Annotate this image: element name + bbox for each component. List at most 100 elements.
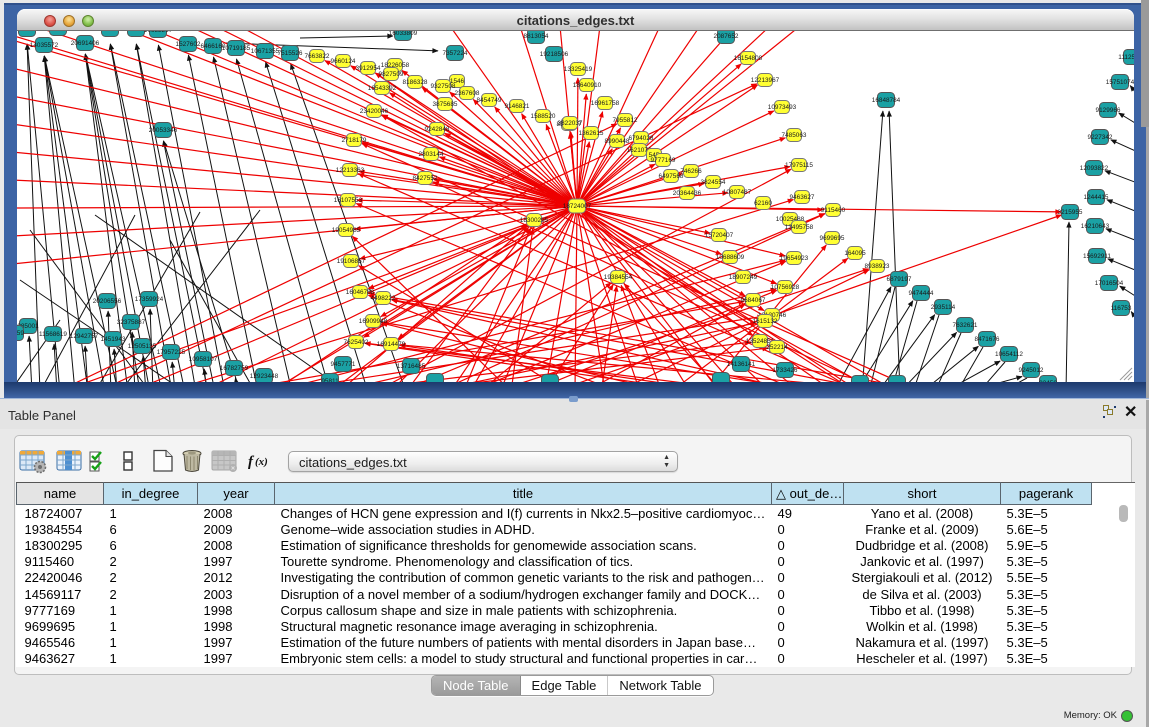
- svg-text:12213363: 12213363: [336, 167, 365, 174]
- svg-text:8471676: 8471676: [975, 336, 1000, 343]
- svg-text:7515526: 7515526: [278, 50, 303, 57]
- svg-text:9660124: 9660124: [331, 58, 356, 65]
- svg-text:9457771: 9457771: [331, 361, 356, 368]
- svg-text:10807487: 10807487: [723, 189, 752, 196]
- svg-text:16033809: 16033809: [389, 31, 418, 37]
- svg-text:2935114: 2935114: [931, 304, 956, 311]
- svg-text:9474444: 9474444: [909, 290, 934, 297]
- svg-text:92450: 92450: [1039, 380, 1057, 382]
- svg-text:8990448: 8990448: [605, 138, 630, 145]
- svg-text:14136141: 14136141: [727, 361, 756, 368]
- svg-text:7663822: 7663822: [305, 53, 330, 60]
- svg-text:10654112: 10654112: [995, 351, 1023, 358]
- svg-text:16914479: 16914479: [377, 341, 406, 348]
- svg-text:2803144: 2803144: [419, 151, 444, 158]
- svg-text:9129966: 9129966: [1096, 107, 1121, 114]
- svg-text:95811: 95811: [321, 378, 339, 382]
- svg-text:10653267: 10653267: [144, 31, 173, 34]
- svg-text:12213967: 12213967: [751, 77, 780, 84]
- svg-text:17957225: 17957225: [157, 349, 186, 356]
- svg-text:7955812: 7955812: [613, 117, 638, 124]
- svg-text:9777169: 9777169: [651, 157, 676, 164]
- svg-text:18300295: 18300295: [520, 217, 549, 224]
- svg-text:10688609: 10688609: [716, 254, 745, 261]
- svg-text:3215955: 3215955: [1058, 209, 1083, 216]
- svg-text:9115460: 9115460: [821, 207, 846, 214]
- svg-text:8186328: 8186328: [403, 79, 428, 86]
- svg-text:16909948: 16909948: [359, 318, 388, 325]
- svg-text:9684067: 9684067: [741, 297, 766, 304]
- svg-text:10973493: 10973493: [768, 104, 797, 111]
- svg-text:16107553: 16107553: [334, 197, 363, 204]
- svg-text:17359924: 17359924: [135, 296, 164, 303]
- svg-text:1873: 1873: [20, 31, 35, 33]
- svg-text:2718179: 2718179: [342, 137, 367, 144]
- svg-text:164095: 164095: [844, 250, 866, 257]
- svg-text:116753: 116753: [1111, 305, 1132, 312]
- svg-text:6879197: 6879197: [887, 276, 912, 283]
- svg-text:16848784: 16848784: [872, 97, 901, 104]
- svg-text:1527602: 1527602: [176, 41, 201, 48]
- svg-text:19033: 19033: [127, 31, 145, 33]
- svg-text:3824554: 3824554: [701, 179, 726, 186]
- svg-text:19218506: 19218506: [540, 51, 569, 58]
- svg-text:9699695: 9699695: [820, 235, 845, 242]
- svg-text:32375887: 32375887: [117, 319, 146, 326]
- svg-text:39159: 39159: [17, 330, 24, 337]
- svg-text:12093822: 12093822: [1080, 165, 1109, 172]
- svg-text:19654923: 19654923: [780, 255, 809, 262]
- svg-text:8938923: 8938923: [865, 263, 890, 270]
- svg-text:9327508: 9327508: [431, 83, 456, 90]
- svg-text:12942757: 12942757: [70, 333, 99, 340]
- svg-text:1733426: 1733426: [773, 367, 798, 374]
- svg-text:10671355: 10671355: [251, 48, 280, 55]
- svg-text:13716485: 13716485: [397, 363, 426, 370]
- svg-text:1451943: 1451943: [101, 336, 126, 343]
- svg-text:16154808: 16154808: [734, 55, 763, 62]
- svg-text:9463627: 9463627: [790, 194, 815, 201]
- svg-text:17975115: 17975115: [785, 162, 813, 169]
- svg-text:3912954: 3912954: [356, 65, 381, 72]
- svg-text:7485063: 7485063: [782, 132, 807, 139]
- svg-text:3822037: 3822037: [558, 120, 583, 127]
- svg-text:16782759: 16782759: [220, 365, 249, 372]
- svg-text:15751074: 15751074: [1106, 79, 1134, 86]
- svg-text:19384554: 19384554: [604, 274, 633, 281]
- svg-text:16543392: 16543392: [368, 85, 397, 92]
- svg-text:96062: 96062: [101, 31, 119, 33]
- svg-text:20364436: 20364436: [673, 190, 702, 197]
- svg-text:13325419: 13325419: [564, 66, 593, 73]
- svg-text:23420046: 23420046: [360, 108, 389, 115]
- svg-text:11125419: 11125419: [1118, 54, 1134, 61]
- svg-text:18907249: 18907249: [729, 274, 758, 281]
- svg-text:62160: 62160: [754, 200, 772, 207]
- svg-text:2087652: 2087652: [714, 33, 739, 40]
- svg-text:20053346: 20053346: [149, 127, 178, 134]
- svg-text:16961758: 16961758: [591, 100, 620, 107]
- svg-text:12923448: 12923448: [250, 373, 279, 380]
- svg-text:20206556: 20206556: [93, 298, 122, 305]
- svg-text:9827509: 9827509: [379, 71, 404, 78]
- svg-text:1244415: 1244415: [1084, 194, 1109, 201]
- svg-text:6794028: 6794028: [629, 135, 654, 142]
- svg-text:8427552: 8427552: [413, 175, 438, 182]
- svg-text:6497568: 6497568: [659, 173, 684, 180]
- svg-text:17016504: 17016504: [1095, 280, 1124, 287]
- svg-text:(x): (x): [255, 456, 268, 468]
- svg-text:f: f: [248, 454, 255, 470]
- svg-text:12505135: 12505135: [128, 343, 157, 350]
- svg-text:9227342: 9227342: [1088, 134, 1113, 141]
- svg-text:4498222: 4498222: [371, 295, 396, 302]
- svg-text:14035572: 14035572: [30, 42, 59, 49]
- svg-text:19106857: 19106857: [337, 258, 366, 265]
- svg-text:20691406: 20691406: [71, 40, 100, 47]
- svg-text:7625402: 7625402: [344, 339, 369, 346]
- svg-text:746266: 746266: [680, 168, 702, 175]
- svg-text:9242848: 9242848: [425, 126, 450, 133]
- svg-text:7357224: 7357224: [443, 50, 468, 57]
- svg-text:9146821: 9146821: [505, 103, 530, 110]
- svg-text:2069: 2069: [51, 31, 66, 32]
- svg-text:1362615: 1362615: [579, 130, 604, 137]
- svg-text:11568619: 11568619: [39, 331, 67, 338]
- svg-text:10756928: 10756928: [771, 284, 800, 291]
